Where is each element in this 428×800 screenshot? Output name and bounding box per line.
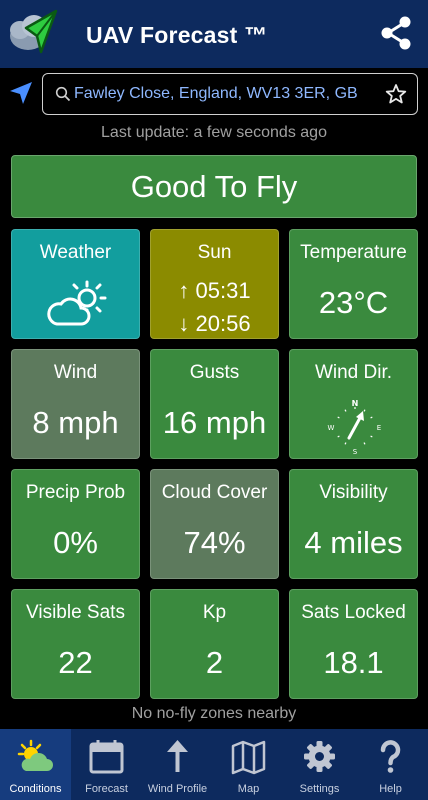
visible-sats-value: 22 <box>58 645 93 680</box>
visibility-label: Visibility <box>319 482 388 503</box>
bottom-nav: Conditions Forecast Wind Profile Map Set… <box>0 729 428 800</box>
gusts-value: 16 mph <box>162 405 267 440</box>
app-title: UAV Forecast ™ <box>86 22 268 48</box>
nav-help[interactable]: Help <box>355 729 426 800</box>
nav-help-label: Help <box>379 783 402 795</box>
gusts-tile[interactable]: Gusts 16 mph <box>150 349 279 459</box>
sats-locked-value: 18.1 <box>323 645 384 680</box>
sunrise-time: ↑ 05:31 <box>178 278 251 303</box>
nav-forecast[interactable]: Forecast <box>71 729 142 800</box>
weather-label: Weather <box>39 242 112 263</box>
arrow-up-icon <box>167 740 188 772</box>
kp-value: 2 <box>205 645 224 680</box>
visibility-tile[interactable]: Visibility 4 miles <box>289 469 418 579</box>
temperature-value: 23°C <box>318 285 389 320</box>
sunset-time: ↓ 20:56 <box>178 311 251 336</box>
last-update-text: Last update: a few seconds ago <box>101 124 327 141</box>
nav-forecast-label: Forecast <box>85 783 128 795</box>
fly-verdict-banner[interactable]: Good To Fly <box>11 155 417 218</box>
wind-direction-label: Wind Dir. <box>314 362 393 383</box>
my-location-icon[interactable] <box>8 80 34 106</box>
compass-n: N <box>352 399 359 408</box>
sats-locked-label: Sats Locked <box>301 602 406 623</box>
location-search-value[interactable]: Fawley Close, England, WV13 3ER, GB <box>74 85 358 103</box>
nav-settings[interactable]: Settings <box>284 729 355 800</box>
precip-label: Precip Prob <box>25 482 126 503</box>
compass-e: E <box>377 424 381 432</box>
sun-cloud-icon <box>17 739 53 771</box>
cloud-cover-label: Cloud Cover <box>161 482 268 503</box>
nav-conditions-label: Conditions <box>9 783 62 795</box>
visible-sats-label: Visible Sats <box>26 602 125 623</box>
temperature-tile[interactable]: Temperature 23°C <box>289 229 418 339</box>
weather-tile[interactable]: Weather <box>11 229 140 339</box>
nav-conditions[interactable]: Conditions <box>0 729 71 800</box>
sun-tile[interactable]: Sun ↑ 05:31 ↓ 20:56 <box>150 229 279 339</box>
nav-wind-profile-label: Wind Profile <box>147 783 208 795</box>
partly-cloudy-icon <box>47 280 107 326</box>
wind-tile[interactable]: Wind 8 mph <box>11 349 140 459</box>
gear-icon <box>304 741 335 772</box>
wind-label: Wind <box>53 362 98 383</box>
sats-locked-tile[interactable]: Sats Locked 18.1 <box>289 589 418 699</box>
compass-w: W <box>328 424 335 432</box>
wind-direction-tile[interactable]: Wind Dir. N E S W <box>289 349 418 459</box>
calendar-icon <box>89 740 124 774</box>
favorite-star-icon[interactable] <box>385 83 407 105</box>
visibility-value: 4 miles <box>304 525 403 560</box>
nav-map-label: Map <box>237 783 260 795</box>
wind-value: 8 mph <box>32 405 119 440</box>
nav-settings-label: Settings <box>299 783 340 795</box>
visible-sats-tile[interactable]: Visible Sats 22 <box>11 589 140 699</box>
kp-tile[interactable]: Kp 2 <box>150 589 279 699</box>
share-icon[interactable] <box>378 15 414 51</box>
gusts-label: Gusts <box>189 362 240 383</box>
nav-wind-profile[interactable]: Wind Profile <box>142 729 213 800</box>
cloud-cover-tile[interactable]: Cloud Cover 74% <box>150 469 279 579</box>
location-search-field[interactable]: Fawley Close, England, WV13 3ER, GB <box>42 73 418 115</box>
nav-map[interactable]: Map <box>213 729 284 800</box>
question-icon <box>380 740 401 773</box>
no-fly-zones-text: No no-fly zones nearby <box>131 705 297 722</box>
precip-tile[interactable]: Precip Prob 0% <box>11 469 140 579</box>
cloud-cover-value: 74% <box>183 525 246 560</box>
compass-icon: N E S W <box>328 399 382 456</box>
precip-value: 0% <box>53 525 98 560</box>
wind-arrow <box>347 414 363 440</box>
sun-label: Sun <box>197 242 232 263</box>
map-icon <box>231 740 266 775</box>
app-bar: UAV Forecast ™ <box>0 0 428 68</box>
app-logo-icon <box>10 9 58 54</box>
compass-s: S <box>353 448 358 456</box>
temperature-label: Temperature <box>300 242 407 263</box>
search-icon <box>55 86 71 102</box>
kp-label: Kp <box>202 602 227 623</box>
